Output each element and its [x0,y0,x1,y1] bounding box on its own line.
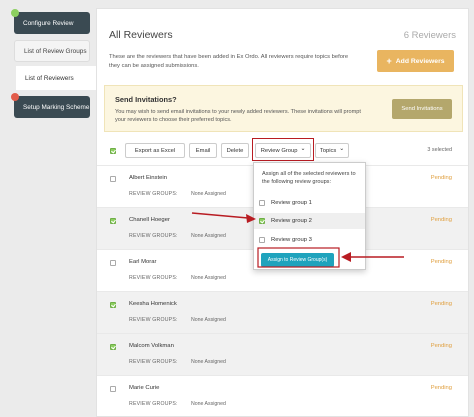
option-checkbox[interactable] [259,200,265,206]
review-groups-label: REVIEW GROUPS: [129,317,178,323]
reviewer-count: 6 Reviewers [403,30,456,41]
review-group-dropdown-menu: Assign all of the selected reviewers to … [253,162,366,270]
review-group-option-1[interactable]: Review group 1 [254,195,365,211]
chevron-down-icon: ⌄ [339,146,345,152]
option-checkbox[interactable] [259,237,265,243]
complete-status-icon [11,9,19,17]
row-checkbox[interactable] [110,386,116,392]
review-groups-value: None Assigned [191,233,226,239]
warning-status-icon [11,93,19,101]
sidebar-item-reviewers[interactable]: List of Reviewers [16,66,96,90]
invitation-banner: Send Invitations? You may wish to send e… [104,85,463,132]
status-badge: Pending [430,385,452,391]
review-group-highlight-annotation [252,138,314,161]
option-checkbox[interactable] [259,218,265,224]
table-row: Keesha Homenick REVIEW GROUPS: None Assi… [97,291,468,333]
add-reviewers-button[interactable]: + Add Reviewers [377,50,454,72]
sidebar-item-label: Configure Review [23,19,74,27]
page-title: All Reviewers [109,29,173,41]
status-badge: Pending [430,259,452,265]
review-groups-value: None Assigned [191,401,226,407]
status-badge: Pending [430,301,452,307]
assign-to-review-group-button[interactable]: Assign to Review Group(s) [261,253,334,267]
table-row: Malcom Volkman REVIEW GROUPS: None Assig… [97,333,468,375]
intro-text: These are the reviewers that have been a… [109,54,349,69]
status-badge: Pending [430,217,452,223]
invitation-title: Send Invitations? [115,95,177,104]
email-button[interactable]: Email [189,143,217,158]
dropdown-instructions: Assign all of the selected reviewers to … [262,171,356,185]
review-groups-label: REVIEW GROUPS: [129,233,178,239]
select-all-checkbox[interactable] [110,148,116,154]
topics-dropdown-button[interactable]: Topics ⌄ [315,143,349,158]
review-groups-label: REVIEW GROUPS: [129,359,178,365]
row-checkbox[interactable] [110,302,116,308]
review-groups-label: REVIEW GROUPS: [129,191,178,197]
row-checkbox[interactable] [110,176,116,182]
plus-icon: + [386,56,392,66]
reviewer-name: Albert Einstein [129,175,167,181]
sidebar-item-label: List of Reviewers [25,74,74,82]
review-groups-value: None Assigned [191,317,226,323]
sidebar-item-marking-scheme[interactable]: Setup Marking Scheme [11,93,90,118]
review-group-option-3[interactable]: Review group 3 [254,232,365,248]
status-badge: Pending [430,343,452,349]
row-checkbox[interactable] [110,260,116,266]
sidebar-item-review-groups[interactable]: List of Review Groups [14,40,90,62]
review-group-option-2[interactable]: Review group 2 [254,213,365,229]
sidebar-item-configure-review[interactable]: Configure Review [11,9,90,34]
reviewer-name: Marie Curie [129,385,160,391]
reviewer-name: Chanell Hoeger [129,217,170,223]
review-groups-label: REVIEW GROUPS: [129,401,178,407]
review-groups-value: None Assigned [191,359,226,365]
row-checkbox[interactable] [110,218,116,224]
reviewer-name: Malcom Volkman [129,343,174,349]
review-groups-value: None Assigned [191,275,226,281]
row-checkbox[interactable] [110,344,116,350]
selected-count: 3 selected [427,147,452,153]
reviewer-name: Earl Morar [129,259,157,265]
table-row: Marie Curie REVIEW GROUPS: None Assigned… [97,375,468,417]
reviewers-panel: All Reviewers 6 Reviewers These are the … [96,8,469,417]
delete-button[interactable]: Delete [221,143,249,158]
sidebar: Configure Review List of Review Groups L… [0,0,96,417]
status-badge: Pending [430,175,452,181]
review-groups-value: None Assigned [191,191,226,197]
sidebar-item-label: Setup Marking Scheme [23,103,90,111]
reviewers-toolbar: Export as Excel Email Delete Review Grou… [97,138,468,161]
sidebar-item-label: List of Review Groups [24,47,87,55]
reviewer-name: Keesha Homenick [129,301,177,307]
send-invitations-button[interactable]: Send Invitations [392,99,452,119]
invitation-text: You may wish to send email invitations t… [115,109,361,124]
export-excel-button[interactable]: Export as Excel [125,143,185,158]
review-groups-label: REVIEW GROUPS: [129,275,178,281]
